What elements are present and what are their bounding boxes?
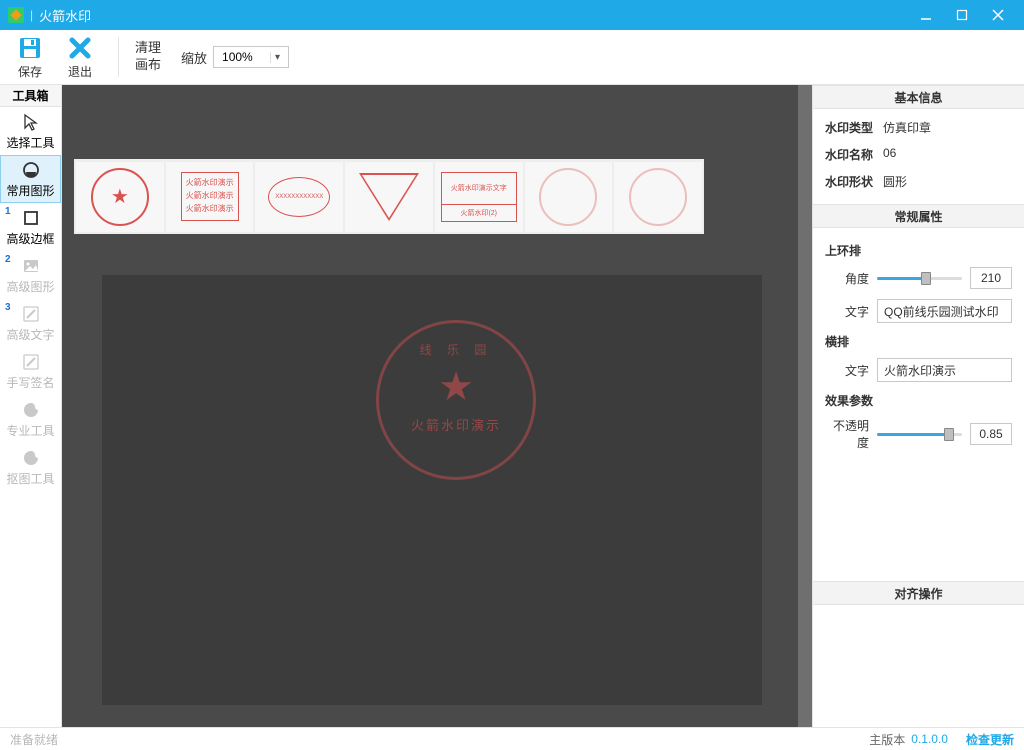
cursor-icon: [22, 112, 40, 132]
shape-triangle[interactable]: [345, 162, 433, 232]
save-icon: [10, 35, 50, 61]
titlebar: | 火箭水印: [0, 0, 1024, 30]
sidebar-header: 工具箱: [0, 85, 61, 107]
maximize-icon: [956, 9, 968, 21]
tool-common-shapes[interactable]: 常用图形: [0, 155, 61, 203]
zoom-select[interactable]: 100% ▾: [213, 46, 289, 68]
statusbar: 准备就绪 主版本 0.1.0.0 检查更新: [0, 727, 1024, 750]
save-label: 保存: [10, 63, 50, 80]
status-ready: 准备就绪: [10, 731, 58, 748]
opacity-slider[interactable]: [877, 433, 962, 436]
group-horizontal: 横排: [825, 333, 1012, 350]
shape-rect[interactable]: 火箭水印演示文字 火箭水印(2): [435, 162, 523, 232]
tool-cutout[interactable]: 抠图工具: [0, 443, 61, 491]
titlebar-separator: |: [30, 8, 33, 22]
horizontal-text-label: 文字: [825, 362, 877, 379]
shape-oval[interactable]: XXXXXXXXXXXX: [255, 162, 343, 232]
tool-handwrite[interactable]: 手写签名: [0, 347, 61, 395]
badge-3: 3: [5, 302, 11, 313]
group-upper-arc: 上环排: [825, 242, 1012, 259]
main: 工具箱 选择工具 常用图形 1 高级边框 2 高级图形 3 高级文字 手写签名: [0, 85, 1024, 727]
toolbar-separator: [118, 37, 119, 77]
save-button[interactable]: 保存: [8, 31, 52, 84]
tool-adv-text[interactable]: 3 高级文字: [0, 299, 61, 347]
shape-value: 圆形: [883, 173, 1012, 190]
palette-icon: [22, 448, 40, 468]
app-title: 火箭水印: [39, 6, 91, 25]
angle-label: 角度: [825, 270, 877, 287]
exit-label: 退出: [60, 63, 100, 80]
name-label: 水印名称: [825, 146, 883, 163]
stamp-arc-text: 线 乐 园: [420, 341, 493, 358]
square-icon: [22, 208, 40, 228]
image-icon: [22, 256, 40, 276]
angle-value[interactable]: 210: [970, 267, 1012, 289]
maximize-button[interactable]: [944, 0, 980, 30]
scrollbar-vertical[interactable]: [798, 85, 812, 727]
version-label: 主版本: [869, 731, 905, 748]
upper-text-input[interactable]: QQ前线乐园测试水印: [877, 299, 1012, 323]
chevron-down-icon: ▾: [270, 52, 284, 63]
stamp-bottom-text: 火箭水印演示: [411, 415, 501, 434]
canvas-area[interactable]: ★ 火箭水印演示 火箭水印演示 火箭水印演示 XXXXXXXXXXXX 火箭水印…: [62, 85, 812, 727]
angle-slider[interactable]: [877, 277, 962, 280]
text-edit-icon: [22, 304, 40, 324]
exit-icon: [60, 35, 100, 61]
upper-text-label: 文字: [825, 303, 877, 320]
zoom-label: 缩放: [181, 48, 207, 67]
tool-adv-border[interactable]: 1 高级边框: [0, 203, 61, 251]
check-update-link[interactable]: 检查更新: [966, 731, 1014, 748]
tool-pro[interactable]: 专业工具: [0, 395, 61, 443]
type-value: 仿真印章: [883, 119, 1012, 136]
stamp-preview[interactable]: 线 乐 园 ★ 火箭水印演示: [376, 320, 536, 480]
palette-icon: [22, 400, 40, 420]
tool-select[interactable]: 选择工具: [0, 107, 61, 155]
badge-1: 1: [5, 206, 11, 217]
minimize-icon: [920, 9, 932, 21]
pen-icon: [22, 352, 40, 372]
section-align: 对齐操作: [813, 581, 1024, 605]
name-value: 06: [883, 146, 1012, 163]
sidebar: 工具箱 选择工具 常用图形 1 高级边框 2 高级图形 3 高级文字 手写签名: [0, 85, 62, 727]
shape-text-lines[interactable]: 火箭水印演示 火箭水印演示 火箭水印演示: [166, 162, 254, 232]
shape-faded-1[interactable]: [525, 162, 613, 232]
opacity-label: 不透明度: [825, 417, 877, 451]
minimize-button[interactable]: [908, 0, 944, 30]
zoom-value: 100%: [222, 50, 262, 64]
toolbar: 保存 退出 清理 画布 缩放 100% ▾: [0, 30, 1024, 85]
version-value: 0.1.0.0: [911, 732, 948, 746]
badge-2: 2: [5, 254, 11, 265]
canvas-content[interactable]: 线 乐 园 ★ 火箭水印演示: [102, 275, 762, 705]
tool-adv-shape[interactable]: 2 高级图形: [0, 251, 61, 299]
clear-canvas-button[interactable]: 清理 画布: [129, 36, 167, 78]
shape-gallery: ★ 火箭水印演示 火箭水印演示 火箭水印演示 XXXXXXXXXXXX 火箭水印…: [74, 159, 704, 234]
shape-label: 水印形状: [825, 173, 883, 190]
exit-button[interactable]: 退出: [58, 31, 102, 84]
star-icon: ★: [438, 367, 474, 407]
circle-icon: [22, 160, 40, 180]
section-basic-info: 基本信息: [813, 85, 1024, 109]
section-common-props: 常规属性: [813, 204, 1024, 228]
group-effect: 效果参数: [825, 392, 1012, 409]
close-icon: [992, 9, 1004, 21]
shape-circle-star[interactable]: ★: [76, 162, 164, 232]
type-label: 水印类型: [825, 119, 883, 136]
properties-panel: 基本信息 水印类型仿真印章 水印名称06 水印形状圆形 常规属性 上环排 角度 …: [812, 85, 1024, 727]
app-icon: [8, 7, 24, 23]
close-button[interactable]: [980, 0, 1016, 30]
opacity-value[interactable]: 0.85: [970, 423, 1012, 445]
horizontal-text-input[interactable]: 火箭水印演示: [877, 358, 1012, 382]
shape-faded-2[interactable]: [614, 162, 702, 232]
